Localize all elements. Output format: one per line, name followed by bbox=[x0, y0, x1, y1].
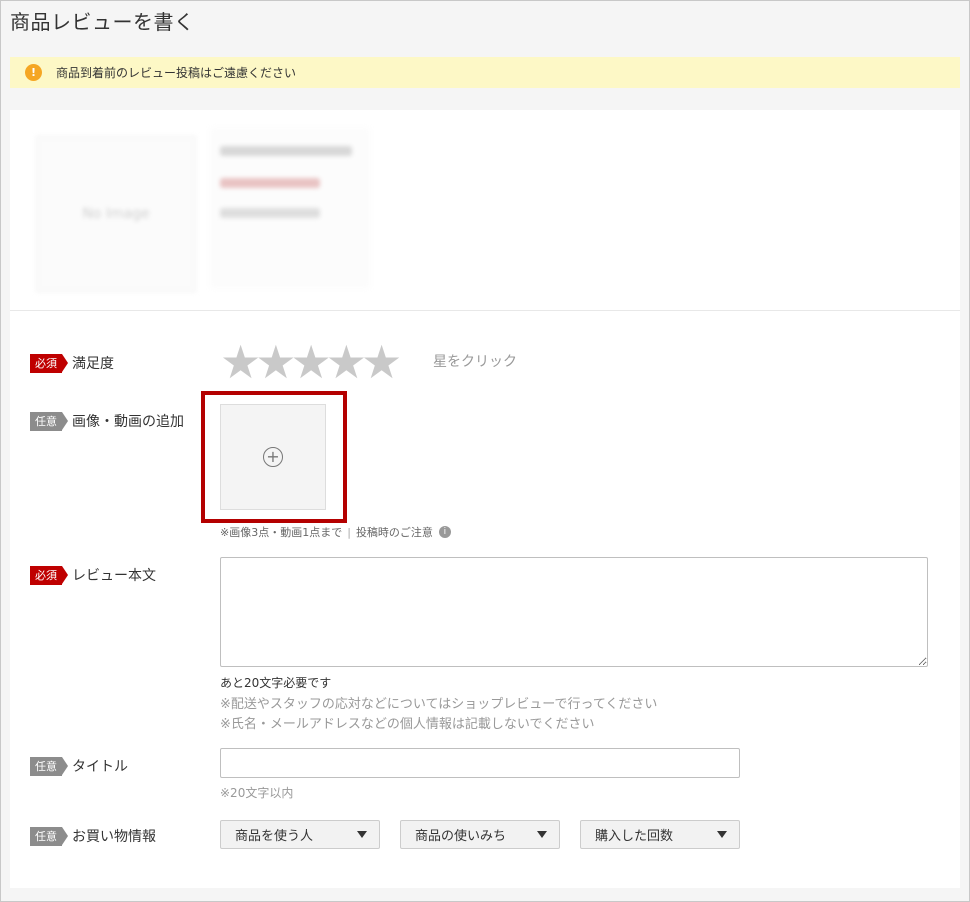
chevron-down-icon bbox=[357, 831, 367, 838]
info-icon[interactable]: i bbox=[438, 526, 451, 538]
page-title: 商品レビューを書く bbox=[10, 10, 195, 34]
review-hint-privacy: ※氏名・メールアドレスなどの個人情報は記載しないでください bbox=[220, 717, 595, 732]
purchase-count-select[interactable]: 購入した回数 bbox=[580, 820, 740, 849]
upload-note: ※画像3点・動画1点まで | 投稿時のご注意 i bbox=[220, 524, 451, 540]
review-body-textarea[interactable] bbox=[220, 557, 928, 667]
review-form-card: No Image 必須 満足度 ★ ★ ★ ★ ★ 星をクリック 任意 画像・動… bbox=[10, 110, 960, 888]
usage-select-value: 商品の使いみち bbox=[415, 829, 507, 844]
chevron-down-icon bbox=[537, 831, 547, 838]
star-5-icon[interactable]: ★ bbox=[361, 339, 402, 385]
media-upload-button[interactable]: + bbox=[220, 404, 326, 510]
usage-select[interactable]: 商品の使いみち bbox=[400, 820, 560, 849]
star-rating[interactable]: ★ ★ ★ ★ ★ bbox=[220, 339, 402, 385]
optional-badge: 任意 bbox=[30, 826, 68, 846]
product-name-blur bbox=[220, 146, 352, 156]
notice-banner: ! 商品到着前のレビュー投稿はご遠慮ください bbox=[10, 57, 960, 88]
optional-badge: 任意 bbox=[30, 756, 68, 776]
thumbnail-text: No Image bbox=[82, 206, 150, 222]
product-summary: No Image bbox=[10, 110, 960, 311]
satisfaction-label-text: 満足度 bbox=[72, 356, 114, 372]
product-shop-blur bbox=[220, 208, 320, 218]
title-limit: ※20文字以内 bbox=[220, 786, 294, 800]
user-select-value: 商品を使う人 bbox=[235, 829, 314, 844]
review-body-label-text: レビュー本文 bbox=[72, 568, 156, 584]
char-remaining: あと20文字必要です bbox=[220, 676, 332, 690]
review-hint-shop: ※配送やスタッフの応対などについてはショップレビューで行ってください bbox=[220, 697, 658, 712]
title-input[interactable] bbox=[220, 748, 740, 778]
title-label: 任意 タイトル bbox=[30, 756, 128, 776]
title-label-text: タイトル bbox=[72, 759, 128, 775]
satisfaction-label: 必須 満足度 bbox=[30, 353, 114, 373]
optional-badge: 任意 bbox=[30, 411, 68, 431]
user-select[interactable]: 商品を使う人 bbox=[220, 820, 380, 849]
media-label: 任意 画像・動画の追加 bbox=[30, 411, 184, 431]
info-icon: ! bbox=[25, 64, 42, 81]
required-badge: 必須 bbox=[30, 353, 68, 373]
purchase-info-label: 任意 お買い物情報 bbox=[30, 826, 156, 846]
add-circle-icon: + bbox=[263, 447, 283, 467]
product-thumbnail: No Image bbox=[36, 136, 196, 292]
review-body-label: 必須 レビュー本文 bbox=[30, 565, 156, 585]
required-badge: 必須 bbox=[30, 565, 68, 585]
notice-text: 商品到着前のレビュー投稿はご遠慮ください bbox=[56, 66, 297, 80]
chevron-down-icon bbox=[717, 831, 727, 838]
posting-caution-link[interactable]: 投稿時のご注意 bbox=[356, 524, 433, 540]
product-price-blur bbox=[220, 178, 320, 188]
upload-limit-text: ※画像3点・動画1点まで bbox=[220, 526, 343, 539]
purchase-info-label-text: お買い物情報 bbox=[72, 829, 156, 845]
separator: | bbox=[347, 525, 351, 539]
purchase-count-select-value: 購入した回数 bbox=[595, 829, 674, 844]
media-label-text: 画像・動画の追加 bbox=[72, 414, 184, 430]
star-hint: 星をクリック bbox=[433, 354, 517, 370]
